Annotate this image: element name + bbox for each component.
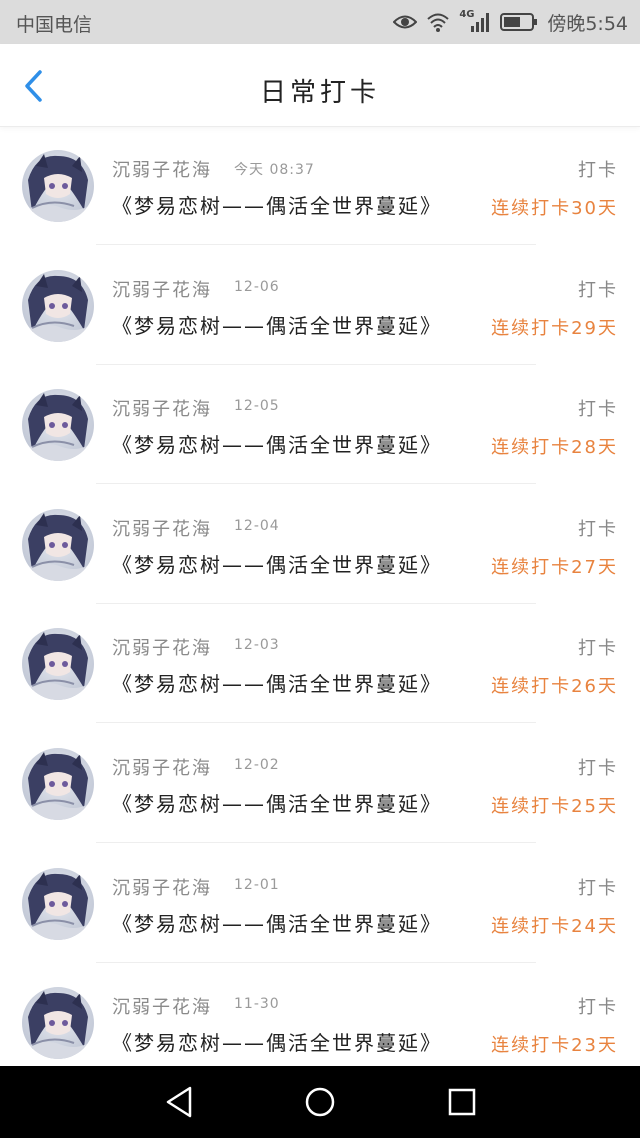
streak-count: 连续打卡27天 bbox=[491, 556, 618, 578]
list-item[interactable]: 沉弱子花海 12-01 《梦易恋树——偶活全世界蔓延》 打卡 连续打卡24天 bbox=[0, 844, 640, 964]
user-name[interactable]: 沉弱子花海 bbox=[112, 276, 212, 302]
recents-square-icon bbox=[442, 1084, 482, 1120]
checkin-type: 打卡 bbox=[578, 757, 618, 779]
nav-recents-button[interactable] bbox=[442, 1084, 482, 1120]
carrier-label: 中国电信 bbox=[16, 14, 93, 36]
user-name[interactable]: 沉弱子花海 bbox=[112, 874, 212, 900]
user-name[interactable]: 沉弱子花海 bbox=[112, 754, 212, 780]
post-time: 12-01 bbox=[234, 876, 280, 893]
book-title: 《梦易恋树——偶活全世界蔓延》 bbox=[112, 433, 442, 458]
list-item[interactable]: 沉弱子花海 今天 08:37 《梦易恋树——偶活全世界蔓延》 打卡 连续打卡30… bbox=[0, 126, 640, 246]
checkin-type: 打卡 bbox=[578, 160, 618, 181]
checkin-type: 打卡 bbox=[578, 877, 618, 899]
streak-count: 连续打卡24天 bbox=[491, 915, 618, 937]
book-title: 《梦易恋树——偶活全世界蔓延》 bbox=[112, 791, 442, 816]
book-title: 《梦易恋树——偶活全世界蔓延》 bbox=[112, 552, 442, 577]
avatar[interactable] bbox=[22, 269, 94, 342]
page-title: 日常打卡 bbox=[259, 78, 380, 108]
checkin-type: 打卡 bbox=[578, 638, 618, 660]
list-item[interactable]: 沉弱子花海 12-06 《梦易恋树——偶活全世界蔓延》 打卡 连续打卡29天 bbox=[0, 246, 640, 366]
avatar[interactable] bbox=[22, 747, 94, 820]
home-circle-icon bbox=[300, 1084, 340, 1120]
post-time: 11-30 bbox=[234, 996, 280, 1013]
battery-icon bbox=[500, 12, 538, 32]
streak-count: 连续打卡26天 bbox=[491, 676, 618, 698]
eye-icon bbox=[393, 13, 418, 31]
header: 日常打卡 bbox=[0, 44, 640, 127]
avatar[interactable] bbox=[22, 867, 94, 940]
avatar[interactable] bbox=[22, 150, 94, 222]
status-bar: 中国电信 4G 傍晚5:54 bbox=[0, 0, 640, 44]
post-time: 12-03 bbox=[234, 637, 280, 654]
book-title: 《梦易恋树——偶活全世界蔓延》 bbox=[112, 194, 442, 218]
avatar[interactable] bbox=[22, 628, 94, 701]
streak-count: 连续打卡30天 bbox=[491, 198, 618, 219]
post-time: 12-02 bbox=[234, 756, 280, 773]
wifi-icon bbox=[426, 12, 450, 32]
avatar[interactable] bbox=[22, 389, 94, 462]
book-title: 《梦易恋树——偶活全世界蔓延》 bbox=[112, 911, 442, 936]
user-name[interactable]: 沉弱子花海 bbox=[112, 993, 212, 1019]
checkin-type: 打卡 bbox=[578, 997, 618, 1019]
post-time: 12-05 bbox=[234, 398, 280, 415]
nav-back-button[interactable] bbox=[160, 1084, 200, 1120]
post-time: 12-04 bbox=[234, 517, 280, 534]
list-item[interactable]: 沉弱子花海 11-30 《梦易恋树——偶活全世界蔓延》 打卡 连续打卡23天 bbox=[0, 963, 640, 1066]
checkin-list: 沉弱子花海 今天 08:37 《梦易恋树——偶活全世界蔓延》 打卡 连续打卡30… bbox=[0, 126, 640, 1066]
list-item[interactable]: 沉弱子花海 12-02 《梦易恋树——偶活全世界蔓延》 打卡 连续打卡25天 bbox=[0, 724, 640, 844]
user-name[interactable]: 沉弱子花海 bbox=[112, 634, 212, 660]
user-name[interactable]: 沉弱子花海 bbox=[112, 156, 212, 182]
status-icons: 4G 傍晚5:54 bbox=[393, 9, 628, 35]
book-title: 《梦易恋树——偶活全世界蔓延》 bbox=[112, 313, 442, 338]
nav-home-button[interactable] bbox=[300, 1084, 340, 1120]
avatar[interactable] bbox=[22, 508, 94, 581]
post-time: 今天 08:37 bbox=[234, 162, 315, 178]
avatar[interactable] bbox=[22, 987, 94, 1060]
streak-count: 连续打卡28天 bbox=[491, 437, 618, 459]
signal-icon: 4G bbox=[459, 9, 491, 33]
status-time: 傍晚5:54 bbox=[547, 12, 628, 35]
checkin-type: 打卡 bbox=[578, 279, 618, 301]
list-item[interactable]: 沉弱子花海 12-04 《梦易恋树——偶活全世界蔓延》 打卡 连续打卡27天 bbox=[0, 485, 640, 605]
list-item[interactable]: 沉弱子花海 12-03 《梦易恋树——偶活全世界蔓延》 打卡 连续打卡26天 bbox=[0, 604, 640, 724]
post-time: 12-06 bbox=[234, 278, 280, 295]
navigation-bar bbox=[0, 1066, 640, 1138]
streak-count: 连续打卡29天 bbox=[491, 317, 618, 339]
user-name[interactable]: 沉弱子花海 bbox=[112, 395, 212, 421]
checkin-type: 打卡 bbox=[578, 399, 618, 421]
book-title: 《梦易恋树——偶活全世界蔓延》 bbox=[112, 1031, 442, 1056]
back-triangle-icon bbox=[160, 1084, 200, 1120]
streak-count: 连续打卡25天 bbox=[491, 795, 618, 817]
checkin-type: 打卡 bbox=[578, 518, 618, 540]
user-name[interactable]: 沉弱子花海 bbox=[112, 515, 212, 541]
book-title: 《梦易恋树——偶活全世界蔓延》 bbox=[112, 672, 442, 697]
list-item[interactable]: 沉弱子花海 12-05 《梦易恋树——偶活全世界蔓延》 打卡 连续打卡28天 bbox=[0, 365, 640, 485]
streak-count: 连续打卡23天 bbox=[491, 1035, 618, 1057]
